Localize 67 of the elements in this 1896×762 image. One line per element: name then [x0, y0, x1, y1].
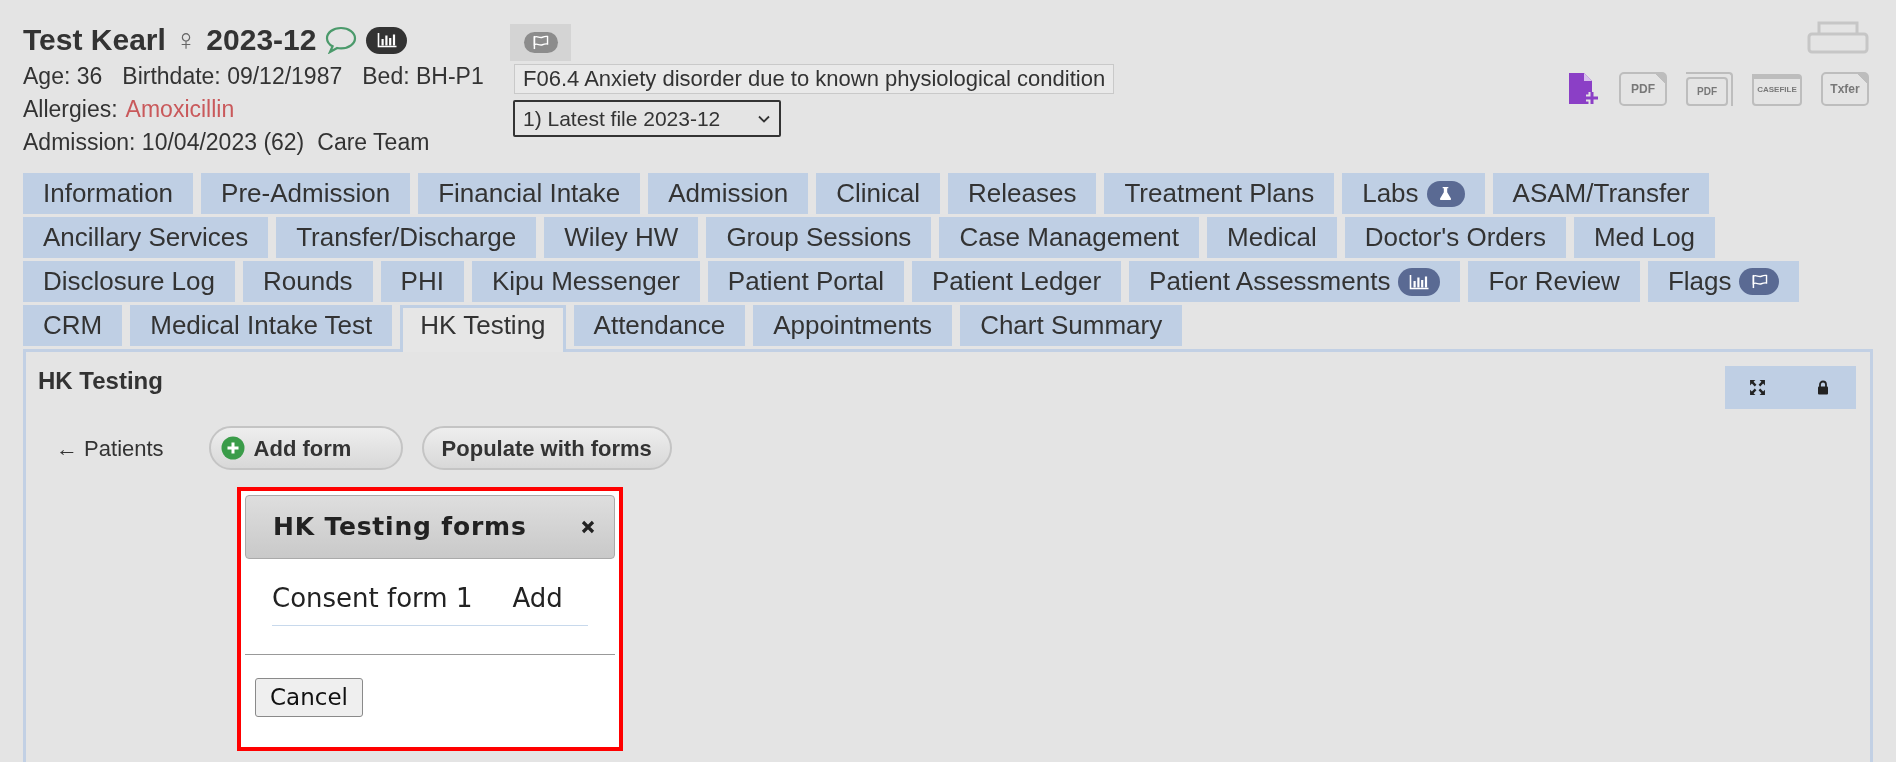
tab[interactable]: Admission [648, 173, 809, 214]
tab[interactable]: Pre-Admission [201, 173, 411, 214]
flag-icon [523, 32, 558, 53]
patient-detail: Bed: BH-P1 [362, 62, 484, 91]
tab[interactable]: Financial Intake [418, 173, 641, 214]
plus-circle-icon [220, 436, 245, 460]
flag-button[interactable] [510, 24, 571, 61]
tab[interactable]: Wiley HW [544, 217, 699, 258]
tab[interactable]: Appointments [753, 305, 953, 346]
allergies-label: Allergies: [23, 95, 118, 124]
file-id: 2023-12 [206, 25, 317, 55]
tab[interactable]: CRM [23, 305, 123, 346]
tab[interactable]: Disclosure Log [23, 261, 235, 302]
patients-back-link[interactable]: ← Patients [56, 431, 164, 465]
tab[interactable]: Medical [1207, 217, 1337, 258]
flag-icon [1739, 268, 1780, 295]
populate-forms-button[interactable]: Populate with forms [421, 426, 672, 470]
add-link[interactable]: Add [512, 579, 563, 618]
tab[interactable]: Transfer/Discharge [276, 217, 537, 258]
tab[interactable]: Flags [1647, 261, 1800, 302]
tab[interactable]: Treatment Plans [1104, 173, 1335, 214]
dialog-title: HK Testing forms [273, 511, 527, 544]
patient-name: Test Kearl [23, 25, 166, 55]
tab[interactable]: Medical Intake Test [130, 305, 393, 346]
tab[interactable]: Labs [1342, 173, 1485, 214]
tab[interactable]: Group Sessions [706, 217, 932, 258]
cancel-button[interactable]: Cancel [255, 678, 363, 717]
lock-icon [1817, 380, 1830, 395]
tab[interactable]: Patient Assessments [1129, 261, 1461, 302]
admission-info: Admission: 10/04/2023 (62) [23, 128, 305, 157]
tab[interactable]: Doctor's Orders [1344, 217, 1566, 258]
diagnosis-field: F06.4 Anxiety disorder due to known physiological condition [514, 64, 1115, 94]
tab[interactable]: Case Management [939, 217, 1200, 258]
panel-title: HK Testing [38, 366, 163, 396]
care-team-link[interactable]: Care Team [317, 126, 430, 159]
flask-icon [1426, 180, 1465, 207]
allergy-value: Amoxicillin [125, 95, 235, 124]
tab[interactable]: ASAM/Transfer [1492, 173, 1710, 214]
new-file-button[interactable] [1567, 72, 1600, 106]
tab[interactable]: Patient Portal [707, 261, 904, 302]
tab[interactable]: Clinical [816, 173, 940, 214]
tab[interactable]: For Review [1468, 261, 1640, 302]
tab[interactable]: Kipu Messenger [471, 261, 700, 302]
speech-bubble-icon[interactable] [325, 26, 358, 54]
tab[interactable]: Med Log [1573, 217, 1716, 258]
close-button[interactable] [580, 519, 596, 535]
tab[interactable]: Releases [948, 173, 1097, 214]
tab[interactable]: Information [23, 173, 194, 214]
add-form-button[interactable]: Add form [208, 426, 403, 470]
tab[interactable]: Ancillary Services [23, 217, 269, 258]
bar-chart-icon[interactable] [366, 26, 408, 54]
tab[interactable]: Patient Ledger [911, 261, 1122, 302]
patient-detail: Birthdate: 09/12/1987 [122, 62, 343, 91]
tab[interactable]: Rounds [243, 261, 373, 302]
patient-detail: Age: 36 [23, 62, 103, 91]
expand-icon [1749, 379, 1767, 396]
file-select[interactable]: 1) Latest file 2023-12 [513, 100, 781, 137]
tab[interactable]: Attendance [573, 305, 746, 346]
chevron-down-icon [758, 114, 770, 123]
sex-symbol: ♀ [174, 25, 198, 55]
file-plus-icon [1567, 72, 1600, 106]
close-icon [581, 520, 595, 534]
bar-chart-icon [1398, 267, 1441, 296]
tab[interactable]: PHI [380, 261, 464, 302]
tab[interactable]: HK Testing [400, 305, 566, 352]
tab[interactable]: Chart Summary [960, 305, 1183, 346]
form-name: Consent form 1 [272, 582, 473, 615]
